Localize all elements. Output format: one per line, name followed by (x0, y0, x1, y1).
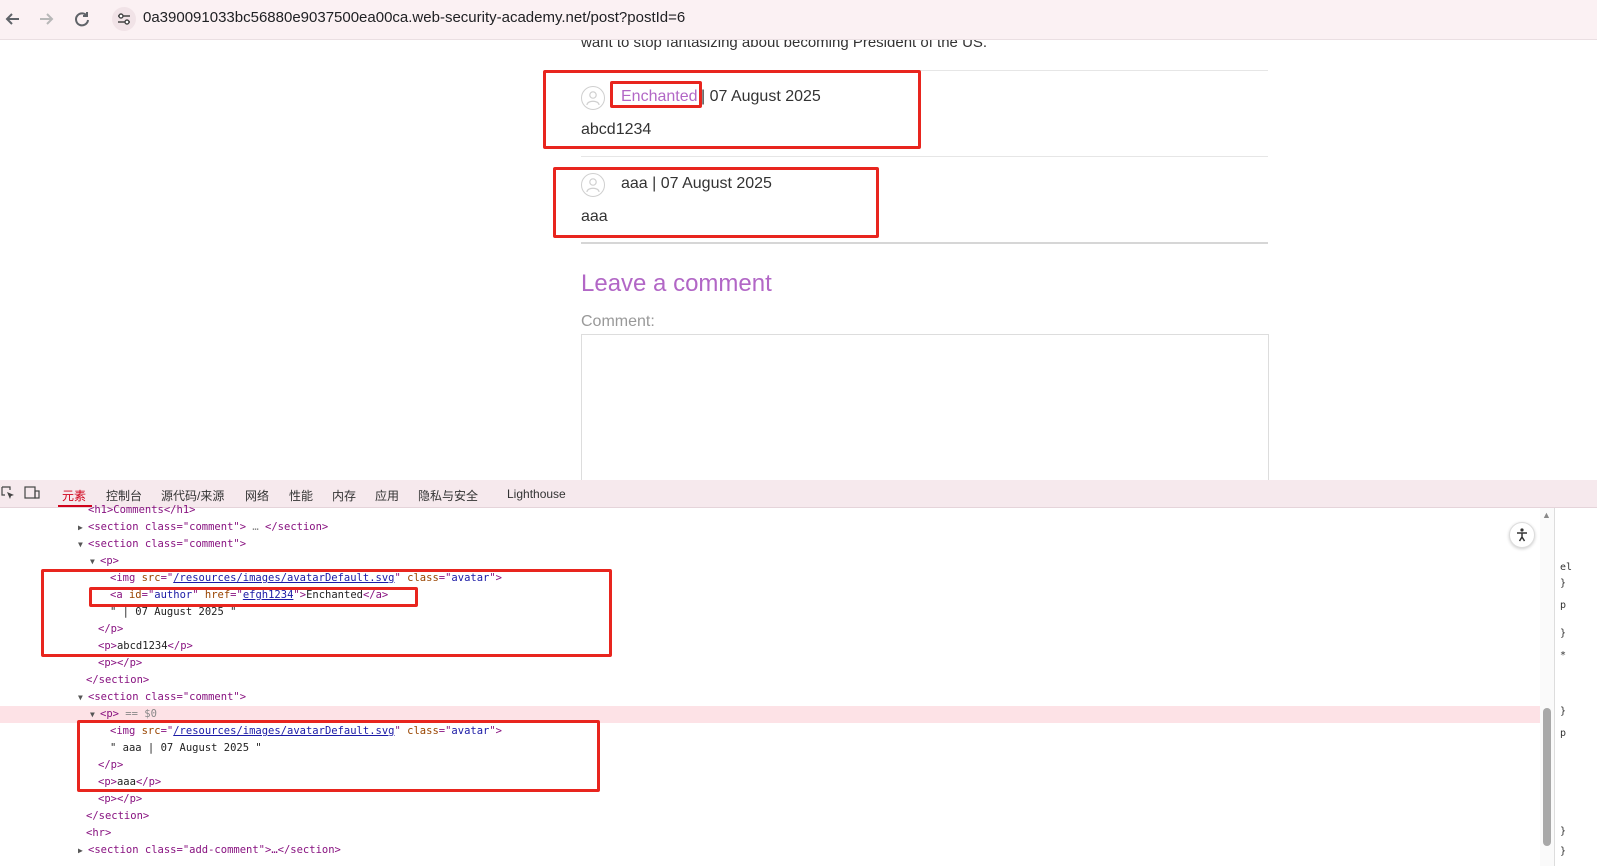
dom-line[interactable]: ▼ <section class="comment"> (0, 689, 1540, 706)
avatar-icon (581, 173, 605, 197)
comment-textarea[interactable] (581, 334, 1269, 480)
styles-text: } (1560, 846, 1567, 857)
styles-text: p (1560, 728, 1567, 739)
comment-date: | 07 August 2025 (701, 88, 821, 105)
dom-line[interactable]: ▶ <section class="add-comment">…</section… (0, 842, 1540, 859)
accessibility-icon[interactable] (1509, 522, 1535, 548)
dom-line[interactable]: <p></p> (0, 655, 1540, 672)
comment-body: abcd1234 (581, 121, 652, 138)
dom-ellipsis[interactable]: … (252, 521, 258, 533)
avatar-icon (581, 86, 605, 110)
dom-line[interactable]: " aaa | 07 August 2025 " (0, 740, 1540, 757)
dom-attr-value: author (154, 589, 193, 601)
dom-text: " | 07 August 2025 " (110, 606, 237, 618)
dom-text: <section class="add-comment">…</section> (88, 844, 341, 856)
dom-attr-value: avatar (451, 725, 490, 737)
styles-text: } (1560, 628, 1567, 639)
comment-author-date: aaa | 07 August 2025 (621, 175, 772, 192)
dom-line[interactable]: <img src="/resources/images/avatarDefaul… (0, 723, 1540, 740)
dom-line[interactable]: </p> (0, 757, 1540, 774)
divider (581, 242, 1268, 244)
dom-attr-value[interactable]: efgh1234 (243, 589, 294, 601)
collapse-triangle-icon[interactable]: ▼ (90, 553, 100, 570)
page-content: want to stop fantasizing about becoming … (0, 40, 1597, 480)
address-bar[interactable]: 0a390091033bc56880e9037500ea00ca.web-sec… (143, 9, 685, 26)
collapse-triangle-icon[interactable]: ▼ (90, 706, 100, 723)
dom-text: </section> (265, 521, 329, 533)
dom-selection-marker: == $0 (125, 708, 157, 720)
dom-text: " aaa | 07 August 2025 " (110, 742, 262, 754)
tune-icon[interactable] (112, 7, 136, 31)
scroll-up-icon[interactable]: ▲ (1542, 510, 1551, 520)
dom-line[interactable]: <h1>Comments</h1> (0, 502, 1540, 519)
dom-line[interactable]: </p> (0, 621, 1540, 638)
dom-text: </p> (98, 759, 124, 771)
expand-triangle-icon[interactable]: ▶ (78, 519, 88, 536)
dom-tree: <h1>Comments</h1> ▶ <section class="comme… (0, 504, 1540, 866)
tab-lighthouse[interactable]: Lighthouse (507, 487, 566, 501)
dom-text: </section> (86, 674, 150, 686)
reload-icon[interactable] (69, 6, 95, 32)
inspect-icon[interactable] (0, 486, 16, 502)
dom-text: <p></p> (98, 793, 143, 805)
divider (581, 156, 1268, 157)
styles-text: * (1560, 650, 1567, 661)
dom-attr-value: avatar (451, 572, 490, 584)
dom-line-selected[interactable]: ▼ <p> == $0 (0, 706, 1540, 723)
dom-text: aaa (116, 776, 136, 788)
dom-text: Enchanted (306, 589, 363, 601)
devtools-panel: 元素 控制台 源代码/来源 网络 性能 内存 应用 隐私与安全 Lighthou… (0, 480, 1597, 866)
dom-line[interactable]: " | 07 August 2025 " (0, 604, 1540, 621)
dom-text: <h1>Comments</h1> (88, 504, 196, 516)
styles-text: p (1560, 600, 1567, 611)
comment-author-link[interactable]: Enchanted (621, 88, 698, 106)
browser-toolbar: 0a390091033bc56880e9037500ea00ca.web-sec… (0, 0, 1597, 40)
divider (581, 70, 1268, 71)
dom-line[interactable]: <p>abcd1234</p> (0, 638, 1540, 655)
comment-body: aaa (581, 208, 608, 225)
styles-text: } (1560, 706, 1567, 717)
dom-text: <section class="comment"> (88, 521, 247, 533)
dom-text: <hr> (86, 827, 112, 839)
dom-line[interactable]: ▼ <section class="comment"> (0, 536, 1540, 553)
dom-attr-value[interactable]: /resources/images/avatarDefault.svg (173, 572, 394, 584)
dom-attr-value[interactable]: /resources/images/avatarDefault.svg (173, 725, 394, 737)
leave-comment-heading: Leave a comment (581, 270, 772, 297)
styles-pane: el } p } * } p } } (1554, 508, 1597, 866)
dom-line[interactable]: ▼ <p> (0, 553, 1540, 570)
dom-line[interactable]: </section> (0, 672, 1540, 689)
dom-line[interactable]: <a id="author" href="efgh1234">Enchanted… (0, 587, 1540, 604)
arrow-left-icon[interactable] (0, 6, 26, 32)
dom-line[interactable]: ▶ <section class="comment"> … </section> (0, 519, 1540, 536)
comment-label: Comment: (581, 313, 655, 330)
styles-text: } (1560, 578, 1567, 589)
dom-line[interactable]: <img src="/resources/images/avatarDefaul… (0, 570, 1540, 587)
post-text: want to stop fantasizing about becoming … (581, 40, 988, 51)
styles-text: } (1560, 826, 1567, 837)
arrow-right-icon[interactable] (33, 6, 59, 32)
dom-line[interactable]: <p></p> (0, 791, 1540, 808)
expand-triangle-icon[interactable]: ▶ (78, 842, 88, 859)
collapse-triangle-icon[interactable]: ▼ (78, 689, 88, 706)
scrollbar-thumb[interactable] (1543, 708, 1551, 846)
styles-text: el (1560, 562, 1573, 573)
dom-text: abcd1234 (116, 640, 168, 652)
dom-text: <section class="comment"> (88, 538, 247, 550)
dom-line[interactable]: </section> (0, 808, 1540, 825)
dom-line[interactable]: <hr> (0, 825, 1540, 842)
dom-text: <p></p> (98, 657, 143, 669)
dom-text: </section> (86, 810, 150, 822)
dom-text: <section class="comment"> (88, 691, 247, 703)
dom-text: <p> (100, 555, 119, 567)
dom-text: </p> (98, 623, 124, 635)
device-toggle-icon[interactable] (24, 486, 40, 502)
collapse-triangle-icon[interactable]: ▼ (78, 536, 88, 553)
dom-line[interactable]: <p>aaa</p> (0, 774, 1540, 791)
